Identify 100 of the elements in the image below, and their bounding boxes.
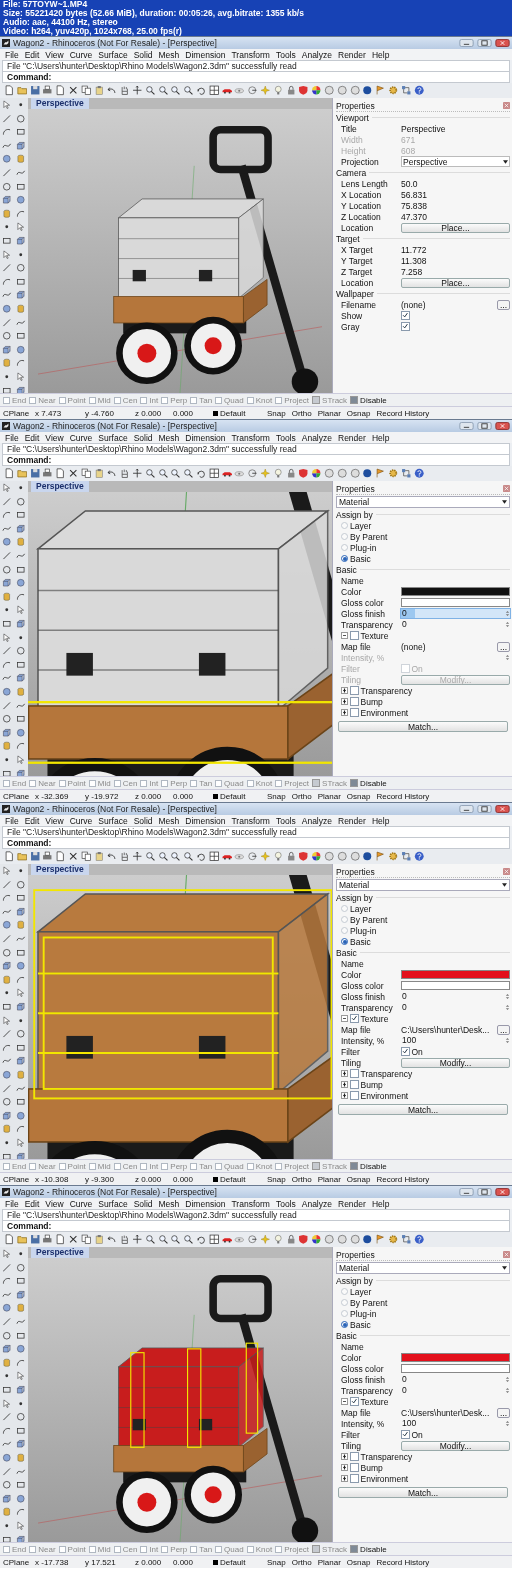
color-wheel-icon[interactable] xyxy=(311,1234,322,1245)
rect-tool-icon[interactable] xyxy=(2,236,12,246)
menu-item[interactable]: Render xyxy=(335,432,369,443)
close-icon[interactable] xyxy=(495,805,510,813)
sphere-icon[interactable] xyxy=(336,1234,348,1245)
browse-button[interactable]: ... xyxy=(497,1024,510,1035)
color-swatch[interactable] xyxy=(401,1353,510,1362)
sphere-tool-icon[interactable] xyxy=(16,727,26,738)
radio-button[interactable] xyxy=(341,555,348,562)
box-tool-icon[interactable] xyxy=(16,1002,26,1012)
padlock-icon[interactable] xyxy=(285,1234,297,1245)
box-tool-icon[interactable] xyxy=(2,1110,12,1121)
sphere-icon[interactable] xyxy=(336,851,348,862)
line-tool-icon[interactable] xyxy=(2,1317,12,1327)
radio-button[interactable] xyxy=(341,1321,348,1328)
rect-tool-icon[interactable] xyxy=(2,1534,12,1542)
cyl-tool-icon[interactable] xyxy=(16,1303,26,1313)
spin-arrows-icon[interactable] xyxy=(505,1004,510,1011)
menu-item[interactable]: Help xyxy=(368,432,393,443)
sphere-tool-icon[interactable] xyxy=(16,961,26,971)
menu-item[interactable]: Analyze xyxy=(298,49,335,60)
checkbox[interactable] xyxy=(350,1080,359,1089)
copy-icon[interactable] xyxy=(80,468,92,479)
circle-tool-icon[interactable] xyxy=(2,564,12,575)
rect-tool-icon[interactable] xyxy=(16,1097,26,1107)
toggle-box[interactable] xyxy=(350,396,359,404)
menu-item[interactable]: Transform xyxy=(228,815,273,826)
undo-icon[interactable] xyxy=(106,85,117,96)
maximize-icon[interactable] xyxy=(477,1188,492,1196)
menu-item[interactable]: Transform xyxy=(228,1198,273,1209)
shaded-sphere-icon[interactable] xyxy=(362,85,373,96)
shaded-sphere-icon[interactable] xyxy=(362,468,373,479)
sparkle-icon[interactable] xyxy=(259,1234,271,1245)
arc-tool-icon[interactable] xyxy=(16,1507,26,1517)
circle-tool-icon[interactable] xyxy=(2,714,12,724)
checkbox[interactable] xyxy=(350,1014,359,1023)
line-tool-icon[interactable] xyxy=(2,263,12,273)
sphere-tool-icon[interactable] xyxy=(16,344,26,355)
osnap-checkbox[interactable] xyxy=(113,1162,121,1170)
help-icon[interactable] xyxy=(413,85,424,96)
menu-item[interactable]: Surface xyxy=(95,815,131,826)
match-button[interactable]: Match... xyxy=(338,1104,508,1115)
four-viewports-icon[interactable] xyxy=(208,1234,220,1245)
rect-tool-icon[interactable] xyxy=(16,127,26,137)
menu-item[interactable]: Curve xyxy=(66,815,96,826)
osnap-checkbox[interactable] xyxy=(215,396,223,404)
zoom-icon[interactable] xyxy=(170,1234,181,1245)
cyl-tool-icon[interactable] xyxy=(16,537,26,547)
box-tool-icon[interactable] xyxy=(2,727,12,738)
undo-icon[interactable] xyxy=(106,1234,117,1245)
osnap-checkbox[interactable] xyxy=(190,1545,198,1553)
sphere-icon[interactable] xyxy=(349,468,360,479)
checkbox[interactable] xyxy=(401,1047,410,1056)
flowchart-icon[interactable] xyxy=(400,468,412,479)
status-pane[interactable]: Osnap xyxy=(343,1557,374,1567)
print-icon[interactable] xyxy=(42,851,53,862)
cyl-tool-icon[interactable] xyxy=(2,1124,12,1134)
menu-item[interactable]: Curve xyxy=(66,1198,96,1209)
expander-icon[interactable] xyxy=(341,709,348,716)
shield-icon[interactable] xyxy=(298,851,309,862)
rect-tool-icon[interactable] xyxy=(2,768,12,776)
menu-item[interactable]: View xyxy=(42,1198,67,1209)
osnap-checkbox[interactable] xyxy=(88,1545,96,1553)
curve-tool-icon[interactable] xyxy=(2,673,12,683)
circle-tool-icon[interactable] xyxy=(2,1330,12,1341)
status-pane[interactable]: Record History xyxy=(373,1174,433,1184)
arc-tool-icon[interactable] xyxy=(2,659,12,670)
color-swatch[interactable] xyxy=(401,587,510,596)
box-tool-icon[interactable] xyxy=(16,1385,26,1395)
checkbox[interactable] xyxy=(350,708,359,717)
box-tool-icon[interactable] xyxy=(16,1289,26,1300)
status-pane[interactable]: Planar xyxy=(314,791,344,801)
property-value[interactable]: 47.370 xyxy=(401,211,510,222)
minimize-icon[interactable] xyxy=(459,1188,474,1196)
layer-name[interactable]: Default xyxy=(220,791,264,801)
checkbox[interactable] xyxy=(350,686,359,695)
circle-tool-icon[interactable] xyxy=(2,947,12,958)
padlock-icon[interactable] xyxy=(285,851,297,862)
copy-icon[interactable] xyxy=(80,85,92,96)
arc-tool-icon[interactable] xyxy=(16,208,26,219)
cyl-tool-icon[interactable] xyxy=(16,920,26,930)
status-pane[interactable]: Snap xyxy=(264,408,289,418)
match-button[interactable]: Match... xyxy=(338,721,508,732)
minimize-icon[interactable] xyxy=(459,805,474,813)
rect-tool-icon[interactable] xyxy=(16,947,26,958)
cursor-tool-icon[interactable] xyxy=(2,866,12,876)
new-file-icon[interactable] xyxy=(55,85,66,96)
flowchart-icon[interactable] xyxy=(400,851,412,862)
cursor-tool-icon[interactable] xyxy=(2,1249,12,1259)
spin-arrows-icon[interactable] xyxy=(505,1387,510,1394)
four-viewports-icon[interactable] xyxy=(208,851,220,862)
rotate-icon[interactable] xyxy=(195,1234,207,1245)
checkbox[interactable] xyxy=(350,1474,359,1483)
menu-item[interactable]: Help xyxy=(368,815,393,826)
arc-tool-icon[interactable] xyxy=(16,1357,26,1368)
menu-item[interactable]: Transform xyxy=(228,432,273,443)
zoom-icon[interactable] xyxy=(183,468,194,479)
osnap-checkbox[interactable] xyxy=(88,1162,96,1170)
rect-tool-icon[interactable] xyxy=(2,1151,12,1159)
arc-tool-icon[interactable] xyxy=(16,1124,26,1134)
